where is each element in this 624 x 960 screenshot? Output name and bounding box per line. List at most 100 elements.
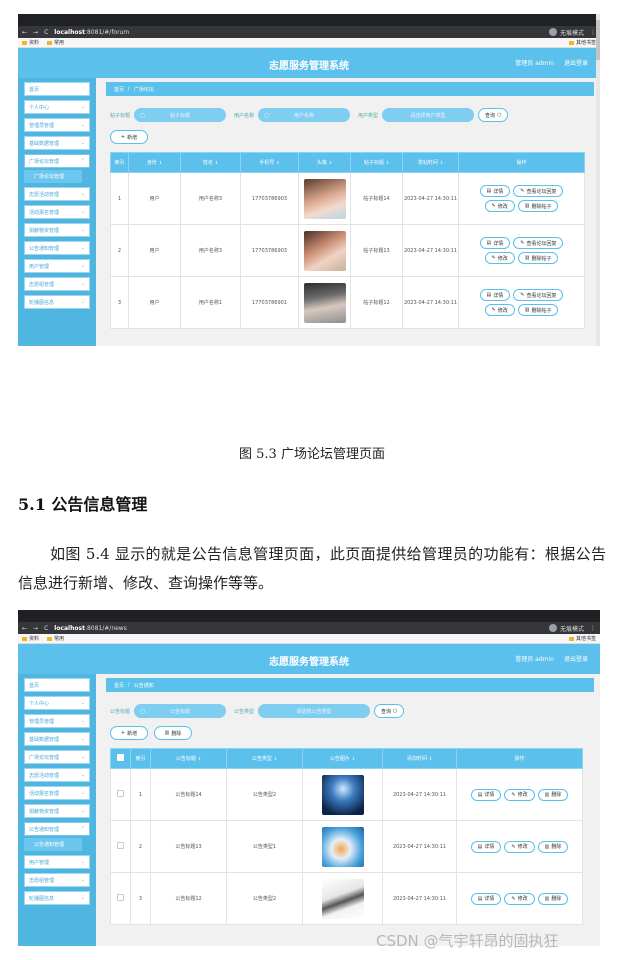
sidebar-item-forum[interactable]: 广场论坛管理 ⌄ [24, 750, 90, 764]
sidebar-item-forum[interactable]: 广场论坛管理 ⌃ [24, 154, 90, 168]
notice-title-input[interactable]: ○ 公告标题 [134, 704, 227, 718]
reload-icon[interactable]: C [44, 29, 48, 36]
browser-address-bar[interactable]: ← → C localhost:8081/#/news 无痕模式 ⋮ [18, 622, 600, 634]
sidebar-item-carousel[interactable]: 轮播图信息 ⌄ [24, 891, 90, 905]
avatar-image[interactable] [303, 230, 346, 271]
sort-icon[interactable]: ⇕ [198, 756, 201, 761]
sort-icon[interactable]: ⇕ [429, 756, 432, 761]
sidebar-item-activities[interactable]: 志愿活动管理 ⌄ [24, 768, 90, 782]
edit-button[interactable]: ✎ 修改 [484, 252, 515, 264]
edit-button[interactable]: ✎ 修改 [504, 788, 535, 801]
add-button[interactable]: + 新增 [110, 726, 148, 740]
sidebar-item-profile[interactable]: 个人中心 ⌄ [24, 696, 90, 710]
sort-icon[interactable]: ⇕ [274, 756, 277, 761]
url-text[interactable]: localhost:8081/#/forum [54, 29, 543, 36]
sidebar-item-users[interactable]: 用户管理 ⌄ [24, 259, 90, 273]
back-icon[interactable]: ← [22, 625, 27, 632]
avatar-image[interactable] [303, 178, 346, 219]
sidebar-item-basic-data[interactable]: 基础数据管理 ⌄ [24, 732, 90, 746]
delete-row-button[interactable]: ▥ 删除 [537, 892, 569, 905]
sort-icon[interactable]: ⇕ [276, 160, 279, 165]
row-checkbox[interactable] [117, 842, 124, 849]
view-replies-button[interactable]: ✎ 查看论坛回复 [513, 185, 564, 197]
sort-icon[interactable]: ⇕ [386, 160, 389, 165]
sidebar-item-home[interactable]: 首页 [24, 82, 90, 96]
forward-icon[interactable]: → [33, 29, 38, 36]
edit-button[interactable]: ✎ 修改 [504, 840, 535, 853]
edit-button[interactable]: ✎ 修改 [484, 304, 515, 316]
column-header[interactable]: 公告标题 ⇕ [150, 748, 227, 769]
sidebar-item-signups[interactable]: 活动报名管理 ⌄ [24, 786, 90, 800]
scrollbar-thumb[interactable] [596, 20, 600, 60]
back-icon[interactable]: ← [22, 29, 27, 36]
bookmark-folder[interactable]: 资料 [22, 39, 39, 46]
bookmark-folder[interactable]: 常用 [47, 39, 64, 46]
bookmark-folder[interactable]: 常用 [47, 635, 64, 642]
browser-address-bar[interactable]: ← → C localhost:8081/#/forum 无痕模式 ⋮ [18, 26, 600, 38]
sort-icon[interactable]: ⇕ [329, 160, 332, 165]
column-header[interactable]: 索引 [130, 748, 151, 769]
sidebar-item-home[interactable]: 首页 [24, 678, 90, 692]
row-checkbox[interactable] [117, 894, 124, 901]
sidebar-subitem-forum[interactable]: 广场论坛管理 [24, 170, 82, 183]
sidebar-item-donations[interactable]: 捐献物资管理 ⌄ [24, 804, 90, 818]
bookmark-folder-other[interactable]: 其他书签 [569, 39, 596, 46]
sidebar-item-profile[interactable]: 个人中心 ⌄ [24, 100, 90, 114]
bookmark-folder[interactable]: 资料 [22, 635, 39, 642]
column-header[interactable]: 身份 ⇕ [128, 152, 181, 173]
breadcrumb-home[interactable]: 首页 [114, 682, 124, 689]
delete-post-button[interactable]: ▥ 删除帖子 [517, 252, 559, 264]
sidebar-item-admins[interactable]: 管理员管理 ⌄ [24, 714, 90, 728]
column-header[interactable]: 公告图片 ⇕ [302, 748, 383, 769]
sidebar-item-users[interactable]: 用户管理 ⌄ [24, 855, 90, 869]
detail-button[interactable]: ▤ 详情 [479, 185, 511, 197]
sidebar-item-basic-data[interactable]: 基础数据管理 ⌄ [24, 136, 90, 150]
delete-row-button[interactable]: ▥ 删除 [537, 840, 569, 853]
delete-post-button[interactable]: ▥ 删除帖子 [517, 304, 559, 316]
edit-button[interactable]: ✎ 修改 [484, 200, 515, 212]
user-type-select[interactable]: 请选择用户类型 [382, 108, 475, 122]
logout-link[interactable]: 退出登录 [564, 654, 588, 663]
select-all-header[interactable] [110, 748, 131, 769]
notice-type-select[interactable]: 请选择公告类型 [258, 704, 371, 718]
sidebar-subitem-notices[interactable]: 公告通知管理 [24, 838, 82, 851]
forward-icon[interactable]: → [33, 625, 38, 632]
sidebar-item-groups[interactable]: 志愿组管理 ⌄ [24, 873, 90, 887]
post-title-input[interactable]: ○ 帖子标题 [134, 108, 227, 122]
select-all-checkbox[interactable] [117, 754, 124, 761]
bookmark-folder-other[interactable]: 其他书签 [569, 635, 596, 642]
row-checkbox[interactable] [117, 790, 124, 797]
add-button[interactable]: + 新增 [110, 130, 148, 144]
column-header[interactable]: 公告类型 ⇕ [226, 748, 303, 769]
notice-image[interactable] [321, 826, 364, 867]
column-header[interactable]: 发帖时间 ⇕ [402, 152, 459, 173]
logout-link[interactable]: 退出登录 [564, 58, 588, 67]
detail-button[interactable]: ▤ 详情 [479, 237, 511, 249]
query-button[interactable]: 查询 ○ [374, 704, 405, 718]
edit-button[interactable]: ✎ 修改 [504, 892, 535, 905]
detail-button[interactable]: ▤ 详情 [479, 289, 511, 301]
avatar-image[interactable] [303, 282, 346, 323]
sort-icon[interactable]: ⇕ [440, 160, 443, 165]
scrollbar[interactable] [596, 14, 600, 346]
breadcrumb-home[interactable]: 首页 [114, 86, 124, 93]
sidebar-item-groups[interactable]: 志愿组管理 ⌄ [24, 277, 90, 291]
delete-row-button[interactable]: ▥ 删除 [537, 788, 569, 801]
notice-image[interactable] [321, 878, 364, 919]
sidebar-item-admins[interactable]: 管理员管理 ⌄ [24, 118, 90, 132]
sidebar-item-notices[interactable]: 公告通知管理 ⌃ [24, 822, 90, 836]
column-header[interactable]: 索引 [110, 152, 129, 173]
column-header[interactable]: 帖子标题 ⇕ [350, 152, 403, 173]
view-replies-button[interactable]: ✎ 查看论坛回复 [513, 289, 564, 301]
sidebar-item-signups[interactable]: 活动报名管理 ⌄ [24, 205, 90, 219]
view-replies-button[interactable]: ✎ 查看论坛回复 [513, 237, 564, 249]
sidebar-item-carousel[interactable]: 轮播图信息 ⌄ [24, 295, 90, 309]
sidebar-item-activities[interactable]: 志愿活动管理 ⌄ [24, 187, 90, 201]
column-header[interactable]: 手机号 ⇕ [240, 152, 299, 173]
sort-icon[interactable]: ⇕ [215, 160, 218, 165]
reload-icon[interactable]: C [44, 625, 48, 632]
url-text[interactable]: localhost:8081/#/news [54, 625, 543, 632]
sidebar-item-donations[interactable]: 捐献物资管理 ⌄ [24, 223, 90, 237]
notice-image[interactable] [321, 774, 364, 815]
column-header[interactable]: 添加时间 ⇕ [382, 748, 457, 769]
